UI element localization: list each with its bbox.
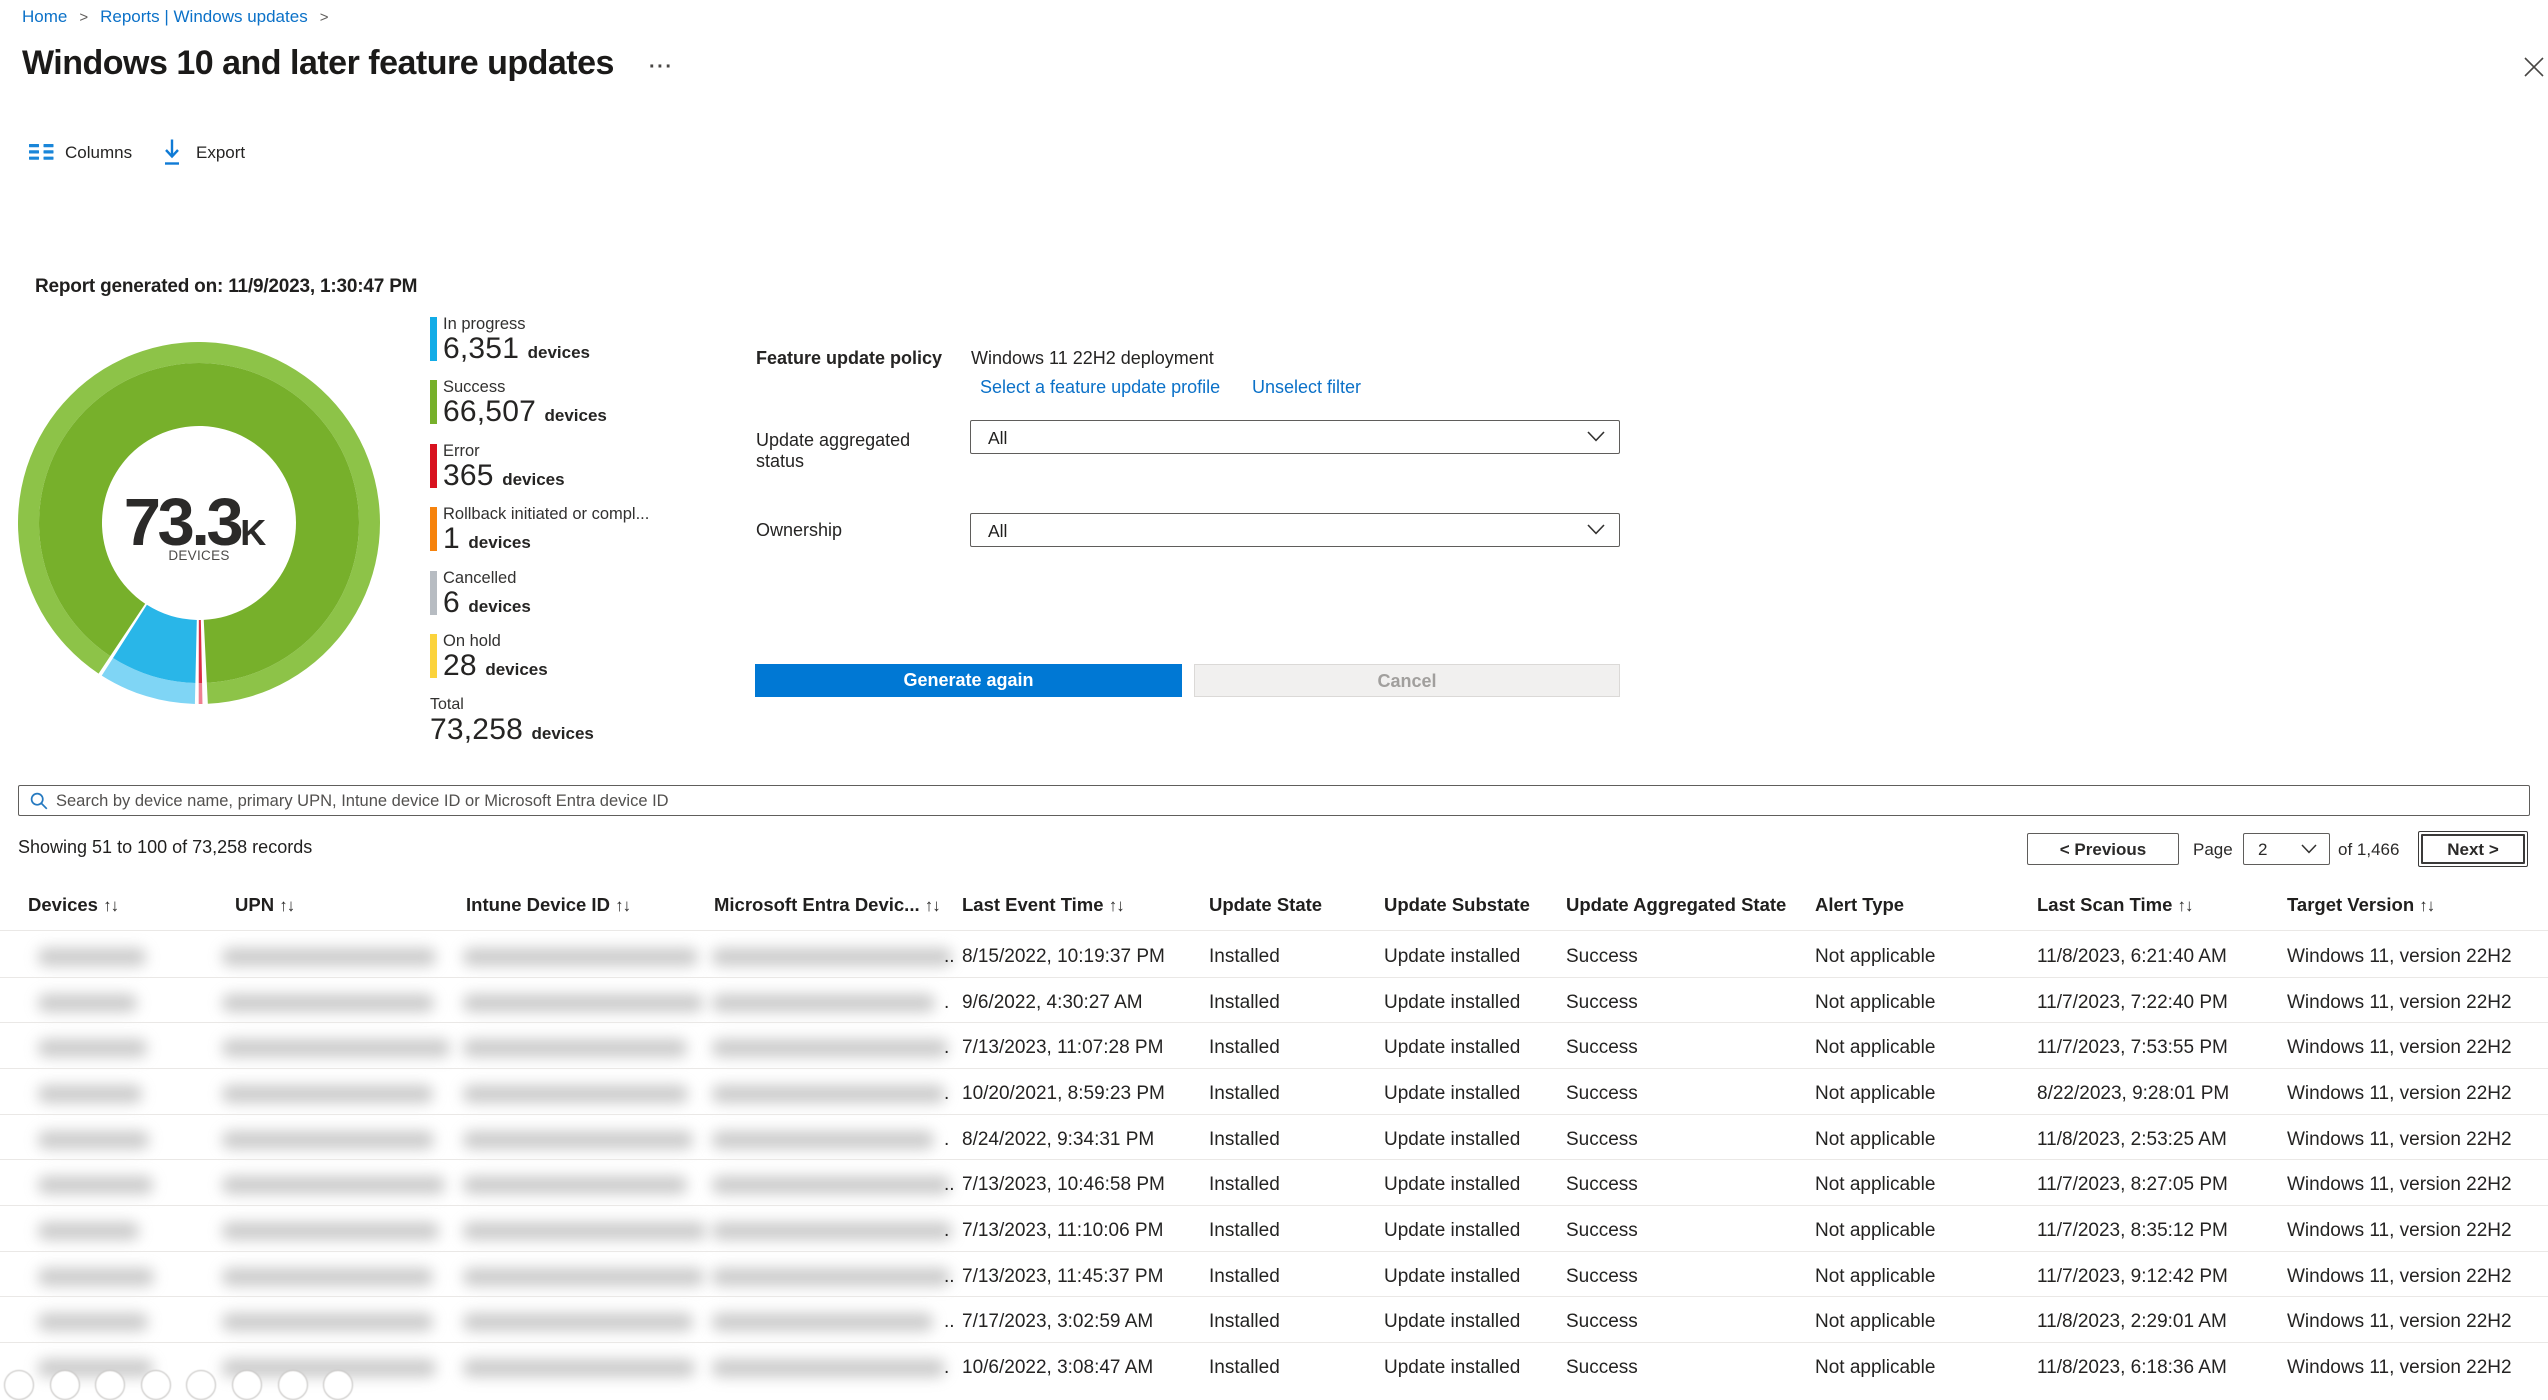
svg-text:DEVICES: DEVICES: [168, 548, 229, 563]
